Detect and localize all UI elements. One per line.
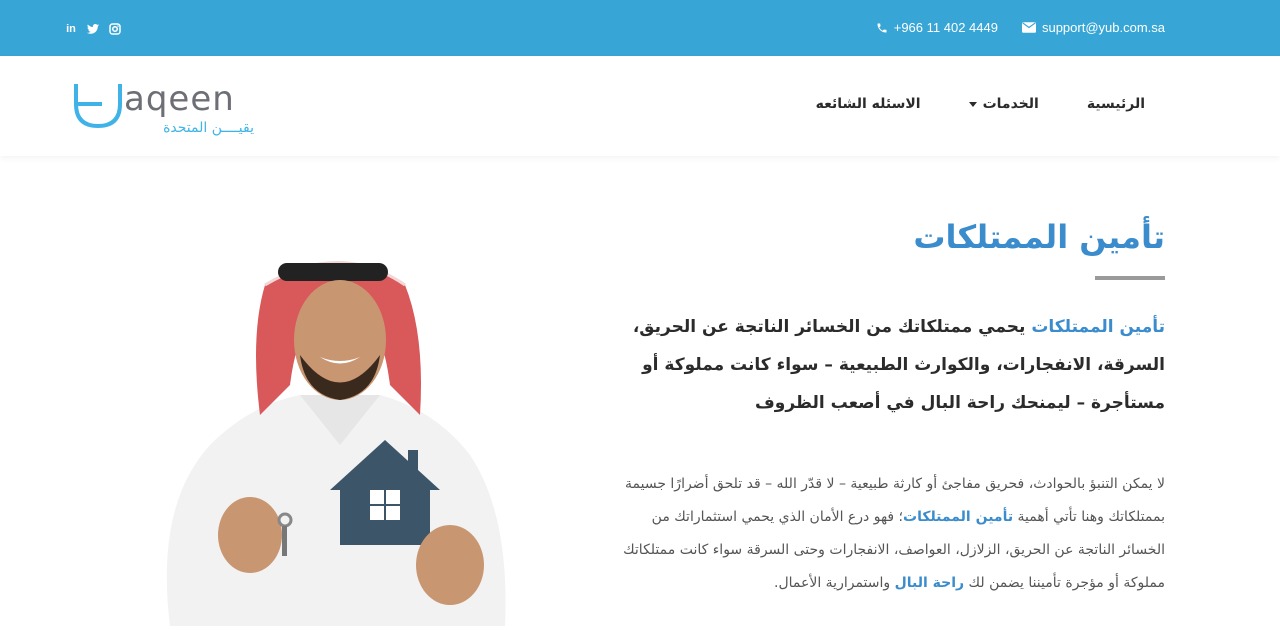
twitter-icon[interactable] [86, 22, 100, 36]
phone-icon [877, 23, 887, 32]
body-paragraph: لا يمكن التنبؤ بالحوادث، فحريق مفاجئ أو … [620, 468, 1165, 600]
site-header: aqeen يقيــــن المتحدة الرئيسية الخدمات … [0, 56, 1280, 156]
envelope-icon [1021, 22, 1036, 33]
nav-home[interactable]: الرئيسية [1087, 96, 1145, 112]
hero-image [150, 245, 520, 626]
social-links: in [64, 22, 122, 36]
svg-text:يقيــــن المتحدة: يقيــــن المتحدة [163, 120, 254, 136]
email-address: support@yub.com.sa [1041, 20, 1165, 35]
svg-text:aqeen: aqeen [124, 82, 235, 119]
phone-number: +966 11 402 4449 [893, 20, 998, 35]
nav-services-label: الخدمات [982, 96, 1039, 112]
caret-down-icon [968, 101, 977, 107]
title-divider [1095, 276, 1165, 281]
body-highlight-1: تأمين الممتلكات [903, 509, 1014, 526]
nav-faq[interactable]: الاسئله الشائعه [816, 96, 921, 112]
main-content: تأمين الممتلكات تأمين الممتلكات يحمي ممت… [620, 210, 1165, 600]
email-contact[interactable]: support@yub.com.sa [1021, 20, 1165, 35]
lead-highlight: تأمين الممتلكات [1031, 317, 1165, 338]
linkedin-icon[interactable]: in [64, 22, 78, 36]
contact-info: +966 11 402 4449 support@yub.com.sa [876, 20, 1165, 35]
nav-services[interactable]: الخدمات [968, 96, 1039, 112]
page-title: تأمين الممتلكات [913, 218, 1165, 256]
top-bar: in +966 11 402 4449 support@yub.com.sa [0, 0, 1280, 56]
lead-paragraph: تأمين الممتلكات يحمي ممتلكاتك من الخسائر… [620, 308, 1165, 422]
instagram-icon[interactable] [108, 22, 122, 36]
body-highlight-2: راحة البال [894, 575, 965, 592]
phone-contact[interactable]: +966 11 402 4449 [876, 20, 998, 35]
main-nav: الرئيسية الخدمات الاسئله الشائعه [816, 96, 1145, 112]
yaqeen-logo[interactable]: aqeen يقيــــن المتحدة [74, 79, 264, 136]
body-text-3: واستمرارية الأعمال. [774, 575, 895, 592]
